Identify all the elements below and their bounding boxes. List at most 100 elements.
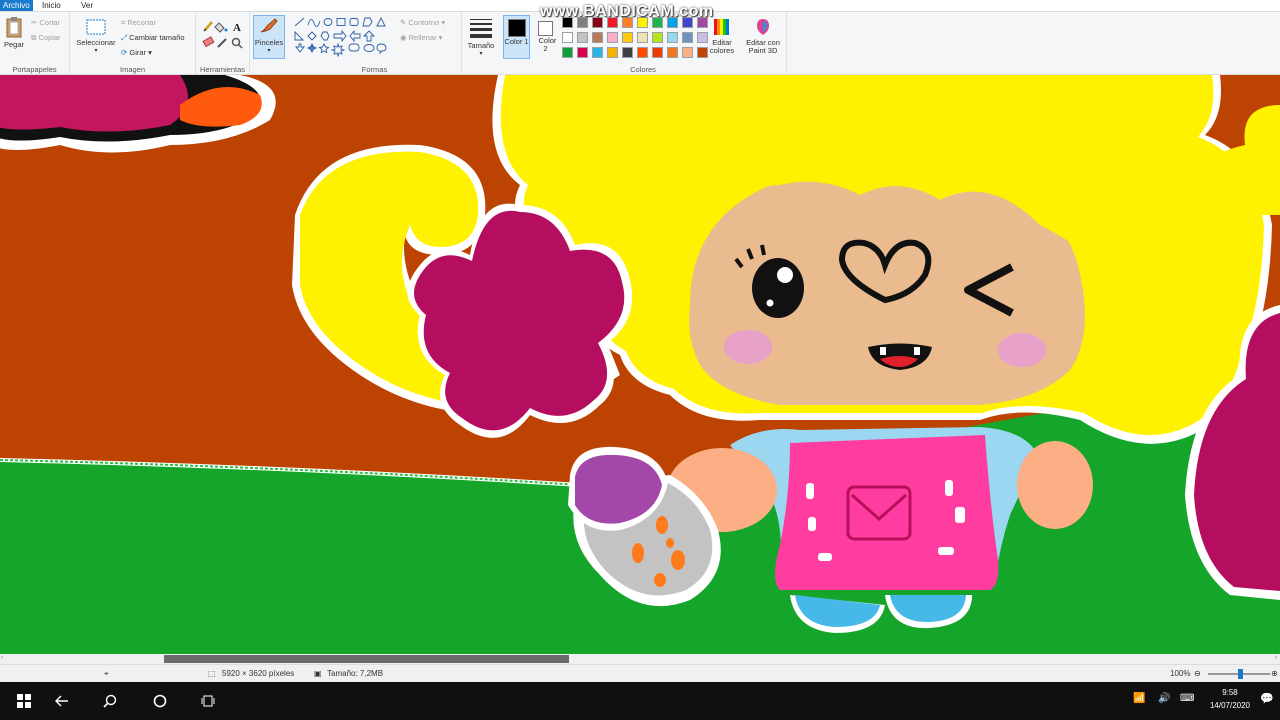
dimensions-icon: ⬚ (208, 669, 216, 678)
palette-swatch[interactable] (667, 32, 678, 43)
color2-swatch (538, 21, 553, 36)
palette-swatch[interactable] (697, 32, 708, 43)
fill-bucket-icon[interactable] (214, 22, 228, 33)
text-icon[interactable]: A (233, 22, 241, 34)
color-picker-icon[interactable] (217, 38, 227, 48)
magnifier-icon[interactable] (231, 37, 243, 49)
horizontal-scrollbar[interactable]: ‹ › (0, 654, 1280, 664)
palette-swatch[interactable] (622, 32, 633, 43)
palette-swatch[interactable] (697, 47, 708, 58)
keyboard-icon[interactable]: ⌨ (1180, 693, 1194, 704)
status-bar: ⌖ ⬚ 5920 × 3620 píxeles ▣ Tamaño: 7,2MB … (0, 664, 1280, 682)
tamano-label: Tamaño (467, 41, 495, 50)
svg-text:A: A (233, 22, 241, 34)
chevron-down-icon: ▾ (267, 48, 271, 54)
image-dimensions: 5920 × 3620 píxeles (222, 669, 295, 678)
file-size-icon: ▣ (314, 669, 322, 678)
palette-swatch[interactable] (682, 32, 693, 43)
notifications-icon[interactable]: 💬 (1260, 692, 1274, 705)
search-button[interactable] (86, 682, 134, 720)
palette-swatch[interactable] (592, 32, 603, 43)
palette-swatch[interactable] (667, 47, 678, 58)
imagen-label: Imagen (119, 65, 146, 74)
pinceles-button[interactable]: Pinceles ▾ (253, 15, 285, 59)
girar-label: Girar (129, 48, 147, 57)
palette-swatch[interactable] (637, 47, 648, 58)
scissors-icon: ✂ (31, 18, 38, 27)
pegar-label: Pegar (3, 40, 24, 49)
drawing-canvas[interactable] (0, 75, 1280, 654)
cambiar-tamano-button[interactable]: ⤢ Cambiar tamaño (121, 33, 185, 43)
palette-swatch[interactable] (562, 47, 573, 58)
palette-swatch[interactable] (577, 47, 588, 58)
tab-ver[interactable]: Ver (77, 0, 97, 11)
clock-date: 14/07/2020 (1209, 701, 1250, 710)
group-portapapeles: Pegar ✂ Cortar ⧉ Copiar Portapapeles (0, 12, 70, 75)
zoom-in-icon[interactable]: ⊕ (1271, 669, 1278, 678)
clipboard-icon (6, 17, 22, 38)
group-imagen: Seleccionar ▾ ⌗ Recortar ⤢ Cambiar tamañ… (70, 12, 196, 75)
line-width-icon (470, 19, 492, 38)
contorno-button[interactable]: ✎ Contorno ▾ (400, 18, 445, 27)
group-colores: Color 1 Color 2 Editar colores Editar co… (500, 12, 787, 75)
group-formas: ✎ Contorno ▾ ◉ Rellenar ▾ Formas (288, 12, 462, 75)
clock-time: 9:58 (1222, 688, 1238, 697)
task-view-button[interactable] (184, 682, 232, 720)
tab-archivo[interactable]: Archivo (0, 0, 33, 11)
drawing (0, 75, 1280, 654)
copiar-button[interactable]: ⧉ Copiar (31, 33, 61, 43)
color2-button[interactable]: Color 2 (532, 15, 559, 59)
zoom-out-icon[interactable]: ⊖ (1194, 669, 1201, 678)
tab-inicio[interactable]: Inicio (38, 0, 65, 11)
scroll-right-icon[interactable]: › (1275, 654, 1277, 661)
volume-icon[interactable]: 🔊 (1158, 693, 1170, 704)
seleccionar-button[interactable]: Seleccionar ▾ (74, 18, 118, 54)
rotate-icon: ⟳ (121, 48, 128, 57)
color1-swatch (507, 19, 526, 37)
paint3d-button[interactable]: Editar con Paint 3D (742, 17, 784, 55)
palette-swatch[interactable] (652, 47, 663, 58)
group-herramientas: A Herramientas (196, 12, 250, 75)
palette-swatch[interactable] (607, 32, 618, 43)
palette-swatch[interactable] (682, 47, 693, 58)
pegar-button[interactable]: Pegar (3, 16, 25, 49)
recortar-button[interactable]: ⌗ Recortar (121, 18, 156, 28)
portapapeles-label: Portapapeles (12, 65, 57, 74)
back-button[interactable] (38, 682, 86, 720)
system-clock[interactable]: 9:58 14/07/2020 (1210, 686, 1250, 712)
rellenar-label: Rellenar (408, 33, 437, 42)
search-icon (103, 694, 117, 708)
rellenar-button[interactable]: ◉ Rellenar ▾ (400, 33, 442, 42)
zoom-slider-thumb[interactable] (1238, 669, 1243, 679)
pencil-icon[interactable] (203, 21, 213, 32)
cambiar-tamano-label: Cambiar tamaño (129, 33, 185, 42)
girar-button[interactable]: ⟳ Girar ▾ (121, 48, 152, 57)
taskbar: 📶 🔊 ⌨ 9:58 14/07/2020 💬 (0, 682, 1280, 720)
palette-swatch[interactable] (652, 32, 663, 43)
windows-icon (17, 694, 31, 708)
tamano-button[interactable]: Tamaño ▾ (465, 17, 497, 57)
palette-swatch[interactable] (622, 47, 633, 58)
copiar-label: Copiar (38, 33, 61, 42)
file-size: Tamaño: 7,2MB (327, 669, 384, 678)
cortar-button[interactable]: ✂ Cortar (31, 18, 60, 27)
cortana-circle-icon (153, 694, 167, 708)
task-view-icon (201, 695, 215, 707)
color1-button[interactable]: Color 1 (503, 15, 530, 59)
editar-colores-button[interactable]: Editar colores (704, 17, 740, 55)
scroll-left-icon[interactable]: ‹ (1, 654, 3, 661)
palette-swatch[interactable] (607, 47, 618, 58)
cortana-button[interactable] (136, 682, 184, 720)
network-icon[interactable]: 📶 (1133, 693, 1145, 704)
shapes-gallery[interactable] (294, 17, 394, 59)
scroll-thumb[interactable] (164, 655, 569, 663)
eraser-icon[interactable] (202, 36, 215, 48)
palette-swatch[interactable] (637, 32, 648, 43)
palette-swatch[interactable] (577, 32, 588, 43)
cortar-label: Cortar (39, 18, 61, 27)
palette-swatch[interactable] (592, 47, 603, 58)
palette-swatch[interactable] (562, 32, 573, 43)
zoom-slider[interactable] (1208, 669, 1270, 679)
bandicam-watermark: www.BANDICAM.com (540, 3, 714, 20)
fill-icon: ◉ (400, 33, 407, 42)
